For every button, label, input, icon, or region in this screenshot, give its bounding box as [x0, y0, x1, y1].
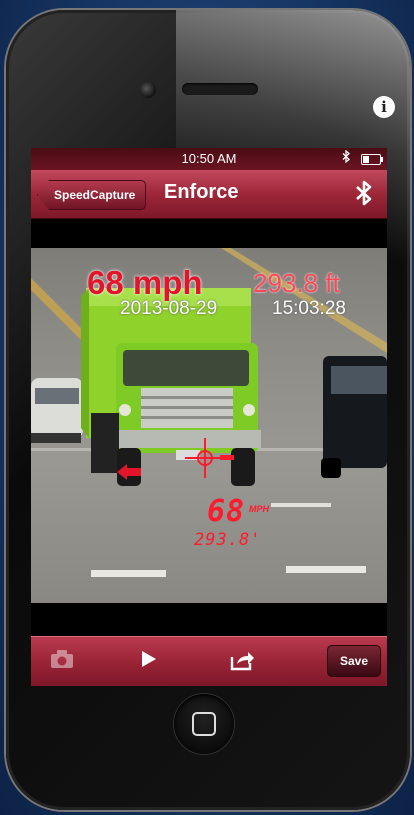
back-button[interactable]: SpeedCapture [37, 180, 147, 210]
battery-icon [361, 154, 383, 165]
share-icon[interactable] [230, 649, 256, 676]
overlay-speed: 68 mph [87, 264, 203, 301]
bluetooth-icon[interactable] [355, 180, 373, 213]
camera-icon[interactable] [50, 649, 74, 674]
bottom-toolbar: Save [31, 636, 387, 686]
page-title: Enforce [164, 181, 239, 203]
home-square-icon [192, 712, 216, 736]
play-icon[interactable] [141, 650, 157, 673]
app-screen: 10:50 AM SpeedCapture Enforce 68 mph 293… [31, 148, 387, 686]
info-icon[interactable]: i [373, 96, 395, 118]
lcd-speed-readout: 68 [207, 494, 246, 529]
front-camera [140, 82, 156, 98]
earpiece-speaker [182, 83, 258, 95]
status-bar: 10:50 AM [31, 148, 387, 170]
navigation-bar: SpeedCapture Enforce [31, 170, 387, 219]
save-button[interactable]: Save [327, 645, 381, 677]
lcd-speed-unit: MPH [249, 504, 269, 514]
overlay-distance: 293.8 ft [253, 268, 340, 298]
bluetooth-icon [342, 149, 351, 166]
overlay-time: 15:03:28 [272, 298, 346, 319]
lcd-distance-readout: 293.8' [194, 530, 262, 550]
captured-photo: 68 mph 293.8 ft 2013-08-29 15:03:28 68 M… [31, 248, 387, 603]
home-button[interactable] [174, 694, 234, 754]
overlay-date: 2013-08-29 [120, 298, 218, 319]
status-time: 10:50 AM [181, 151, 237, 166]
